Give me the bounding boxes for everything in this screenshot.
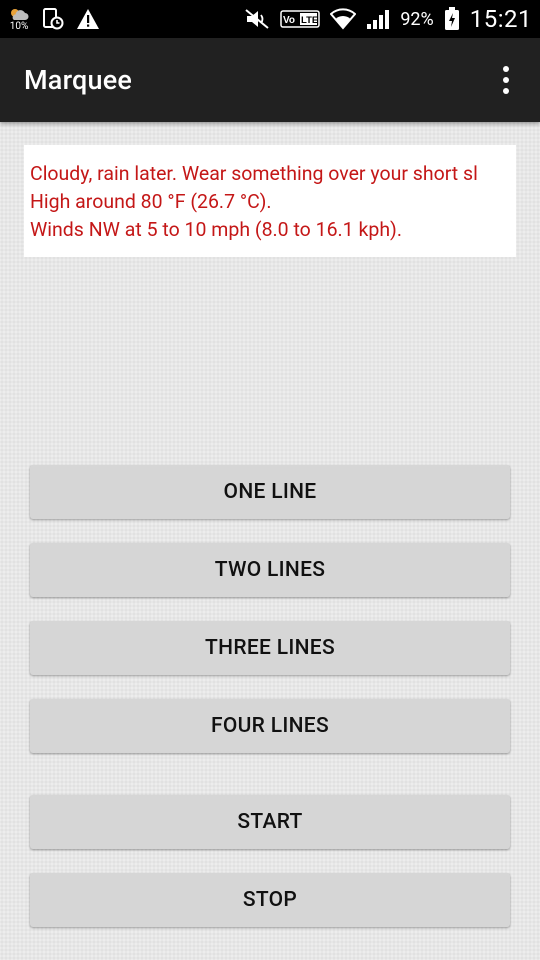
svg-text:Vo: Vo <box>283 15 295 26</box>
three-lines-button[interactable]: THREE LINES <box>30 621 510 675</box>
status-bar-system: Vo LTE 92% 15:21 <box>244 0 532 38</box>
two-lines-button[interactable]: TWO LINES <box>30 543 510 597</box>
weather-percent: 10% <box>9 20 29 32</box>
wifi-icon <box>330 8 357 30</box>
one-line-button[interactable]: ONE LINE <box>30 465 510 519</box>
marquee-line-1: Cloudy, rain later. Wear something over … <box>30 162 478 185</box>
warning-icon <box>76 8 100 30</box>
marquee-panel: Cloudy, rain later. Wear something over … <box>24 145 516 257</box>
status-clock: 15:21 <box>469 5 532 33</box>
app-bar: Marquee <box>0 38 540 122</box>
stop-button[interactable]: STOP <box>30 873 510 927</box>
marquee-line-3: Winds NW at 5 to 10 mph (8.0 to 16.1 kph… <box>30 218 402 241</box>
mute-icon <box>244 8 270 30</box>
start-button[interactable]: START <box>30 795 510 849</box>
marquee-line-2: High around 80 °F (26.7 °C). <box>30 190 272 213</box>
app-title: Marquee <box>24 64 133 96</box>
overflow-menu-button[interactable] <box>492 66 520 94</box>
volte-icon: Vo LTE <box>280 10 321 28</box>
weather-cloud-icon <box>8 7 30 21</box>
battery-percent: 92% <box>400 8 434 30</box>
svg-text:LTE: LTE <box>301 15 318 26</box>
four-lines-button[interactable]: FOUR LINES <box>30 699 510 753</box>
screenshot-clock-icon <box>42 7 64 31</box>
status-bar: 10% Vo LTE 92% 15:21 <box>0 0 540 38</box>
status-bar-notifications: 10% <box>8 0 100 38</box>
overflow-menu-icon <box>503 66 509 72</box>
battery-icon <box>444 7 460 31</box>
signal-icon <box>366 8 390 30</box>
weather-indicator: 10% <box>8 7 30 32</box>
